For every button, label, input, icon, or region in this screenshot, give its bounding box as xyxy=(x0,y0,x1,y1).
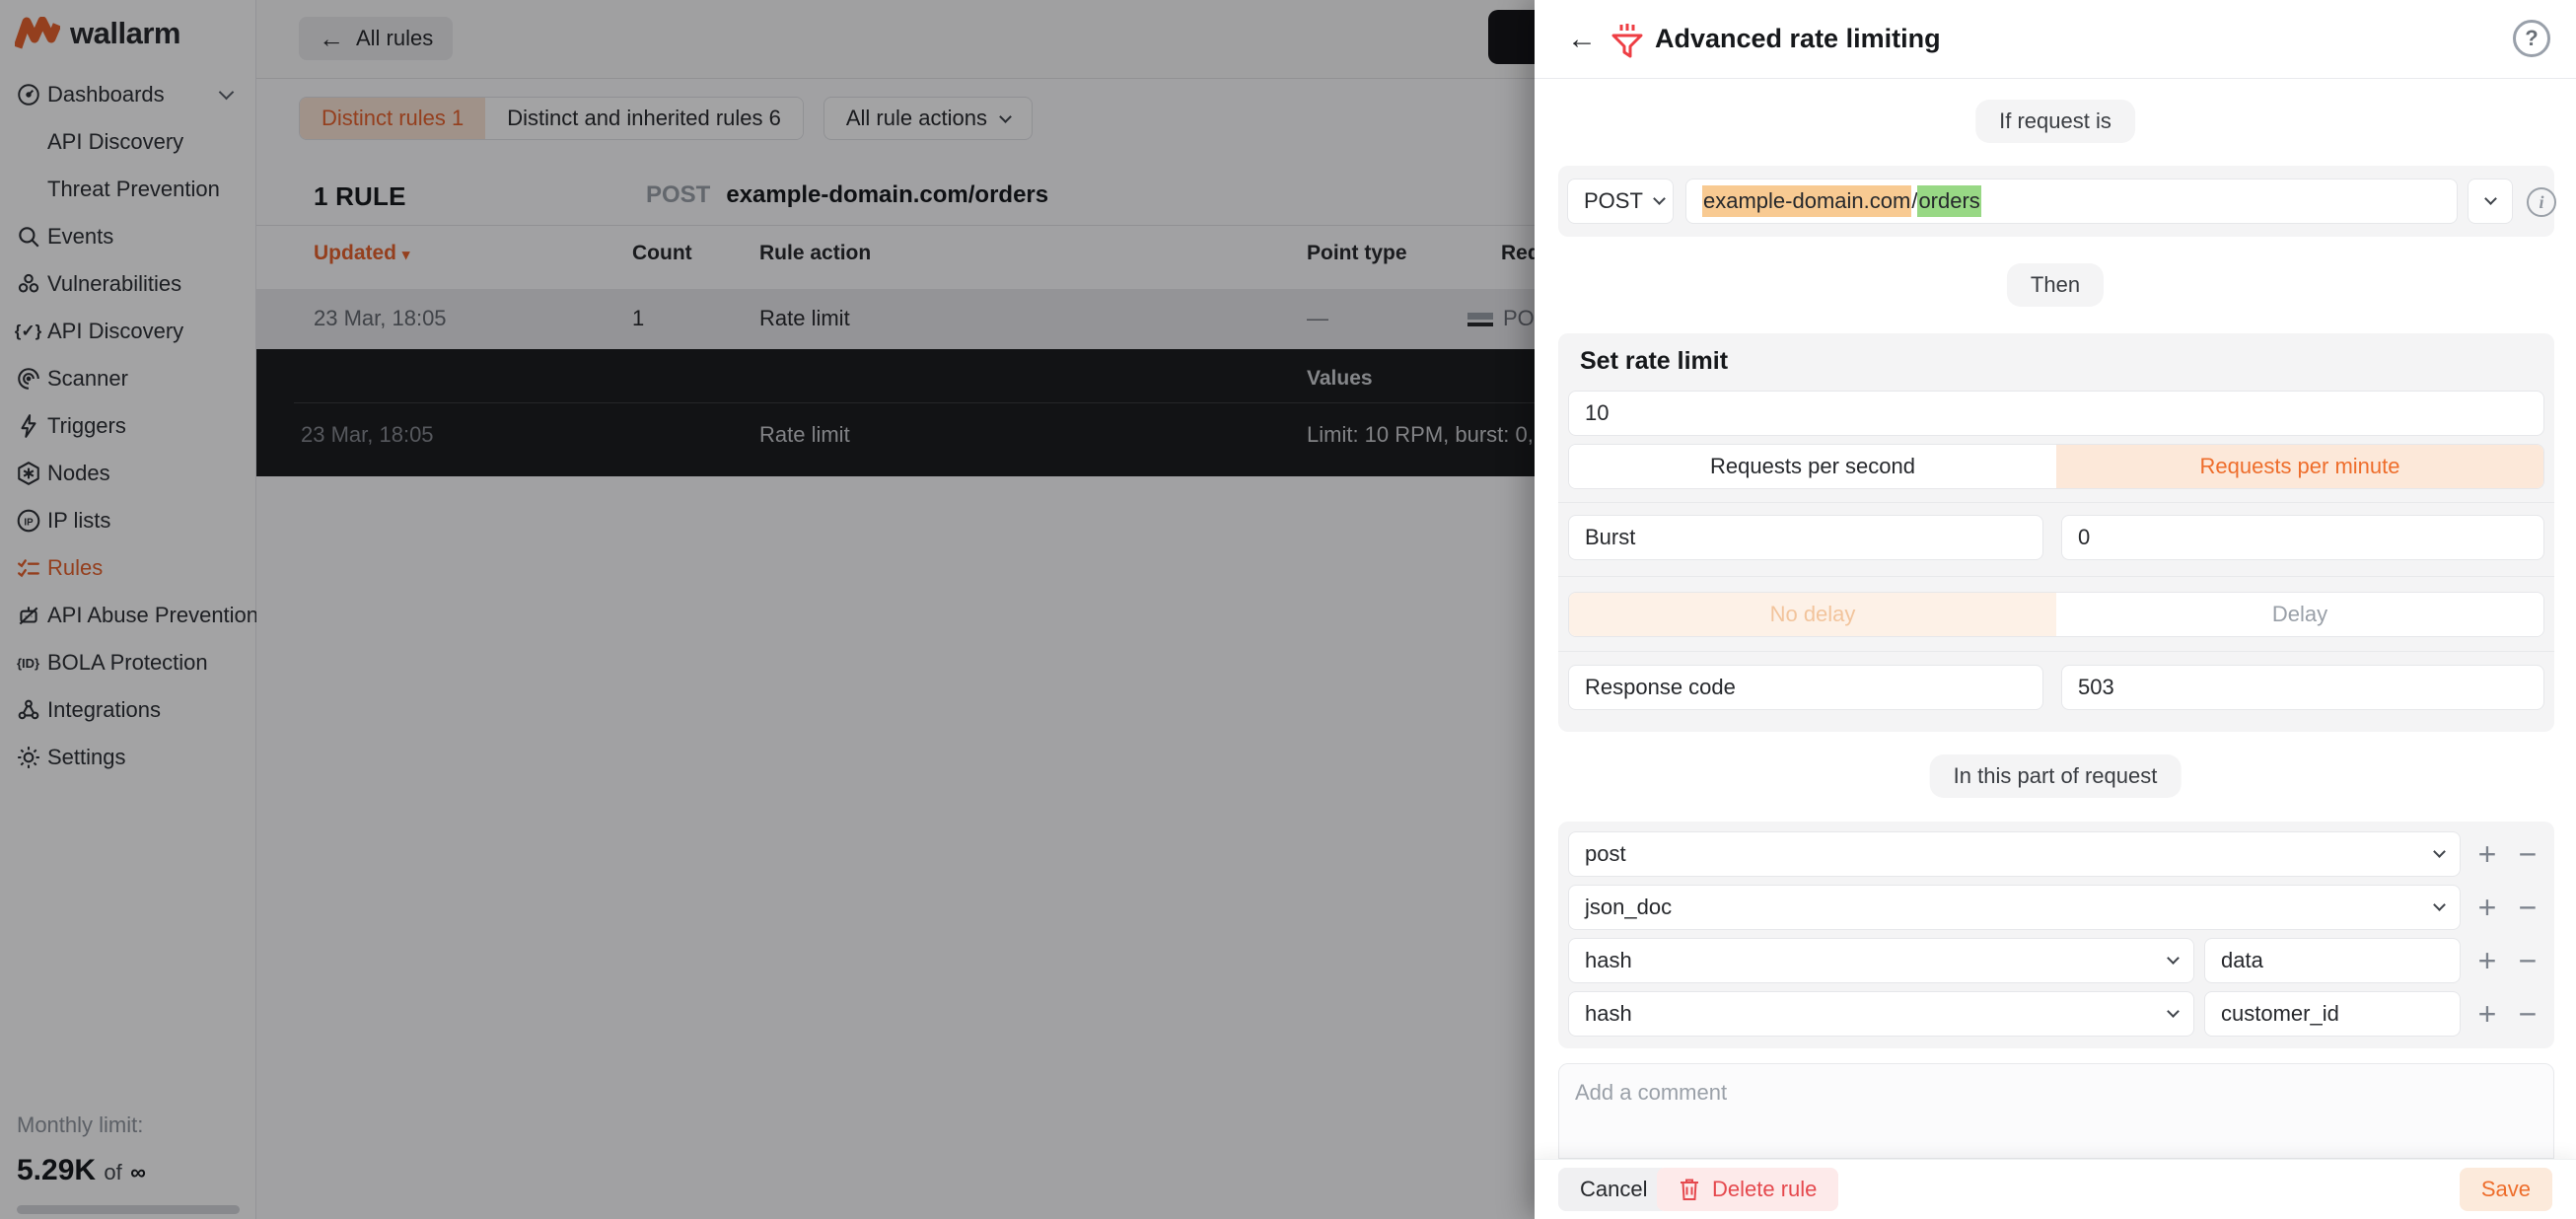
request-part-value-input[interactable]: customer_id xyxy=(2204,991,2461,1037)
request-part-select[interactable]: hash xyxy=(1568,938,2194,983)
drawer-back-button[interactable]: ← xyxy=(1560,18,1604,61)
request-part-select[interactable]: post xyxy=(1568,831,2461,877)
if-request-is-pill: If request is xyxy=(1975,100,2135,143)
app-root: wallarm Dashboards API Discovery Threat … xyxy=(0,0,2576,1219)
drawer-title: Advanced rate limiting xyxy=(1655,24,1941,54)
remove-part-button[interactable]: − xyxy=(2511,938,2544,983)
add-part-button[interactable]: + xyxy=(2470,885,2504,930)
advanced-rate-limiting-drawer: ← Advanced rate limiting ? If request is… xyxy=(1535,0,2576,1219)
rate-unit-toggle: Requests per second Requests per minute xyxy=(1568,444,2544,489)
request-part-select[interactable]: hash xyxy=(1568,991,2194,1037)
remove-part-button[interactable]: − xyxy=(2511,991,2544,1037)
delay-option[interactable]: Delay xyxy=(2056,593,2543,636)
burst-value-input[interactable]: 0 xyxy=(2061,515,2544,560)
drawer-footer: Cancel Delete rule Save xyxy=(1535,1159,2576,1219)
modal-backdrop[interactable] xyxy=(0,0,1535,1219)
remove-part-button[interactable]: − xyxy=(2511,885,2544,930)
rate-limit-heading: Set rate limit xyxy=(1580,347,1728,376)
part-of-request-pill: In this part of request xyxy=(1930,754,2182,798)
uri-input[interactable]: example-domain.com/orders xyxy=(1685,179,2458,224)
card-divider xyxy=(1558,576,2554,577)
back-arrow-icon: ← xyxy=(1567,23,1597,56)
chevron-down-icon xyxy=(2433,845,2446,858)
request-condition-card: POST example-domain.com/orders i xyxy=(1558,166,2554,237)
request-part-card: post + − json_doc + − hash data + − hash… xyxy=(1558,822,2554,1048)
then-pill: Then xyxy=(2007,263,2104,307)
burst-label-box: Burst xyxy=(1568,515,2043,560)
no-delay-option[interactable]: No delay xyxy=(1569,593,2056,636)
delay-toggle: No delay Delay xyxy=(1568,592,2544,637)
info-icon[interactable]: i xyxy=(2527,187,2556,217)
comment-textarea[interactable] xyxy=(1558,1063,2554,1159)
trash-icon xyxy=(1679,1178,1700,1201)
remove-part-button[interactable]: − xyxy=(2511,831,2544,877)
cancel-button[interactable]: Cancel xyxy=(1558,1168,1669,1211)
help-icon[interactable]: ? xyxy=(2513,20,2550,57)
drawer-header: ← Advanced rate limiting ? xyxy=(1535,0,2576,79)
rate-limiting-funnel-icon xyxy=(1610,23,1645,60)
requests-per-minute-option[interactable]: Requests per minute xyxy=(2056,445,2543,488)
rate-limit-value-input[interactable]: 10 xyxy=(1568,391,2544,436)
add-part-button[interactable]: + xyxy=(2470,831,2504,877)
card-divider xyxy=(1558,502,2554,503)
response-code-input[interactable]: 503 xyxy=(2061,665,2544,710)
condition-expand-button[interactable] xyxy=(2468,179,2513,224)
set-rate-limit-card: Set rate limit 10 Requests per second Re… xyxy=(1558,333,2554,732)
chevron-down-icon xyxy=(2484,192,2497,205)
add-part-button[interactable]: + xyxy=(2470,991,2504,1037)
add-part-button[interactable]: + xyxy=(2470,938,2504,983)
card-divider xyxy=(1558,651,2554,652)
request-part-select[interactable]: json_doc xyxy=(1568,885,2461,930)
chevron-down-icon xyxy=(2167,952,2180,965)
chevron-down-icon xyxy=(1653,192,1666,205)
uri-host-highlight: example-domain.com xyxy=(1702,185,1911,217)
request-part-value-input[interactable]: data xyxy=(2204,938,2461,983)
chevron-down-icon xyxy=(2433,898,2446,911)
delete-rule-button[interactable]: Delete rule xyxy=(1657,1168,1838,1211)
uri-path-highlight: orders xyxy=(1917,185,1980,217)
chevron-down-icon xyxy=(2167,1005,2180,1018)
requests-per-second-option[interactable]: Requests per second xyxy=(1569,445,2056,488)
response-code-label-box: Response code xyxy=(1568,665,2043,710)
save-button[interactable]: Save xyxy=(2460,1168,2552,1211)
method-select[interactable]: POST xyxy=(1567,179,1674,224)
